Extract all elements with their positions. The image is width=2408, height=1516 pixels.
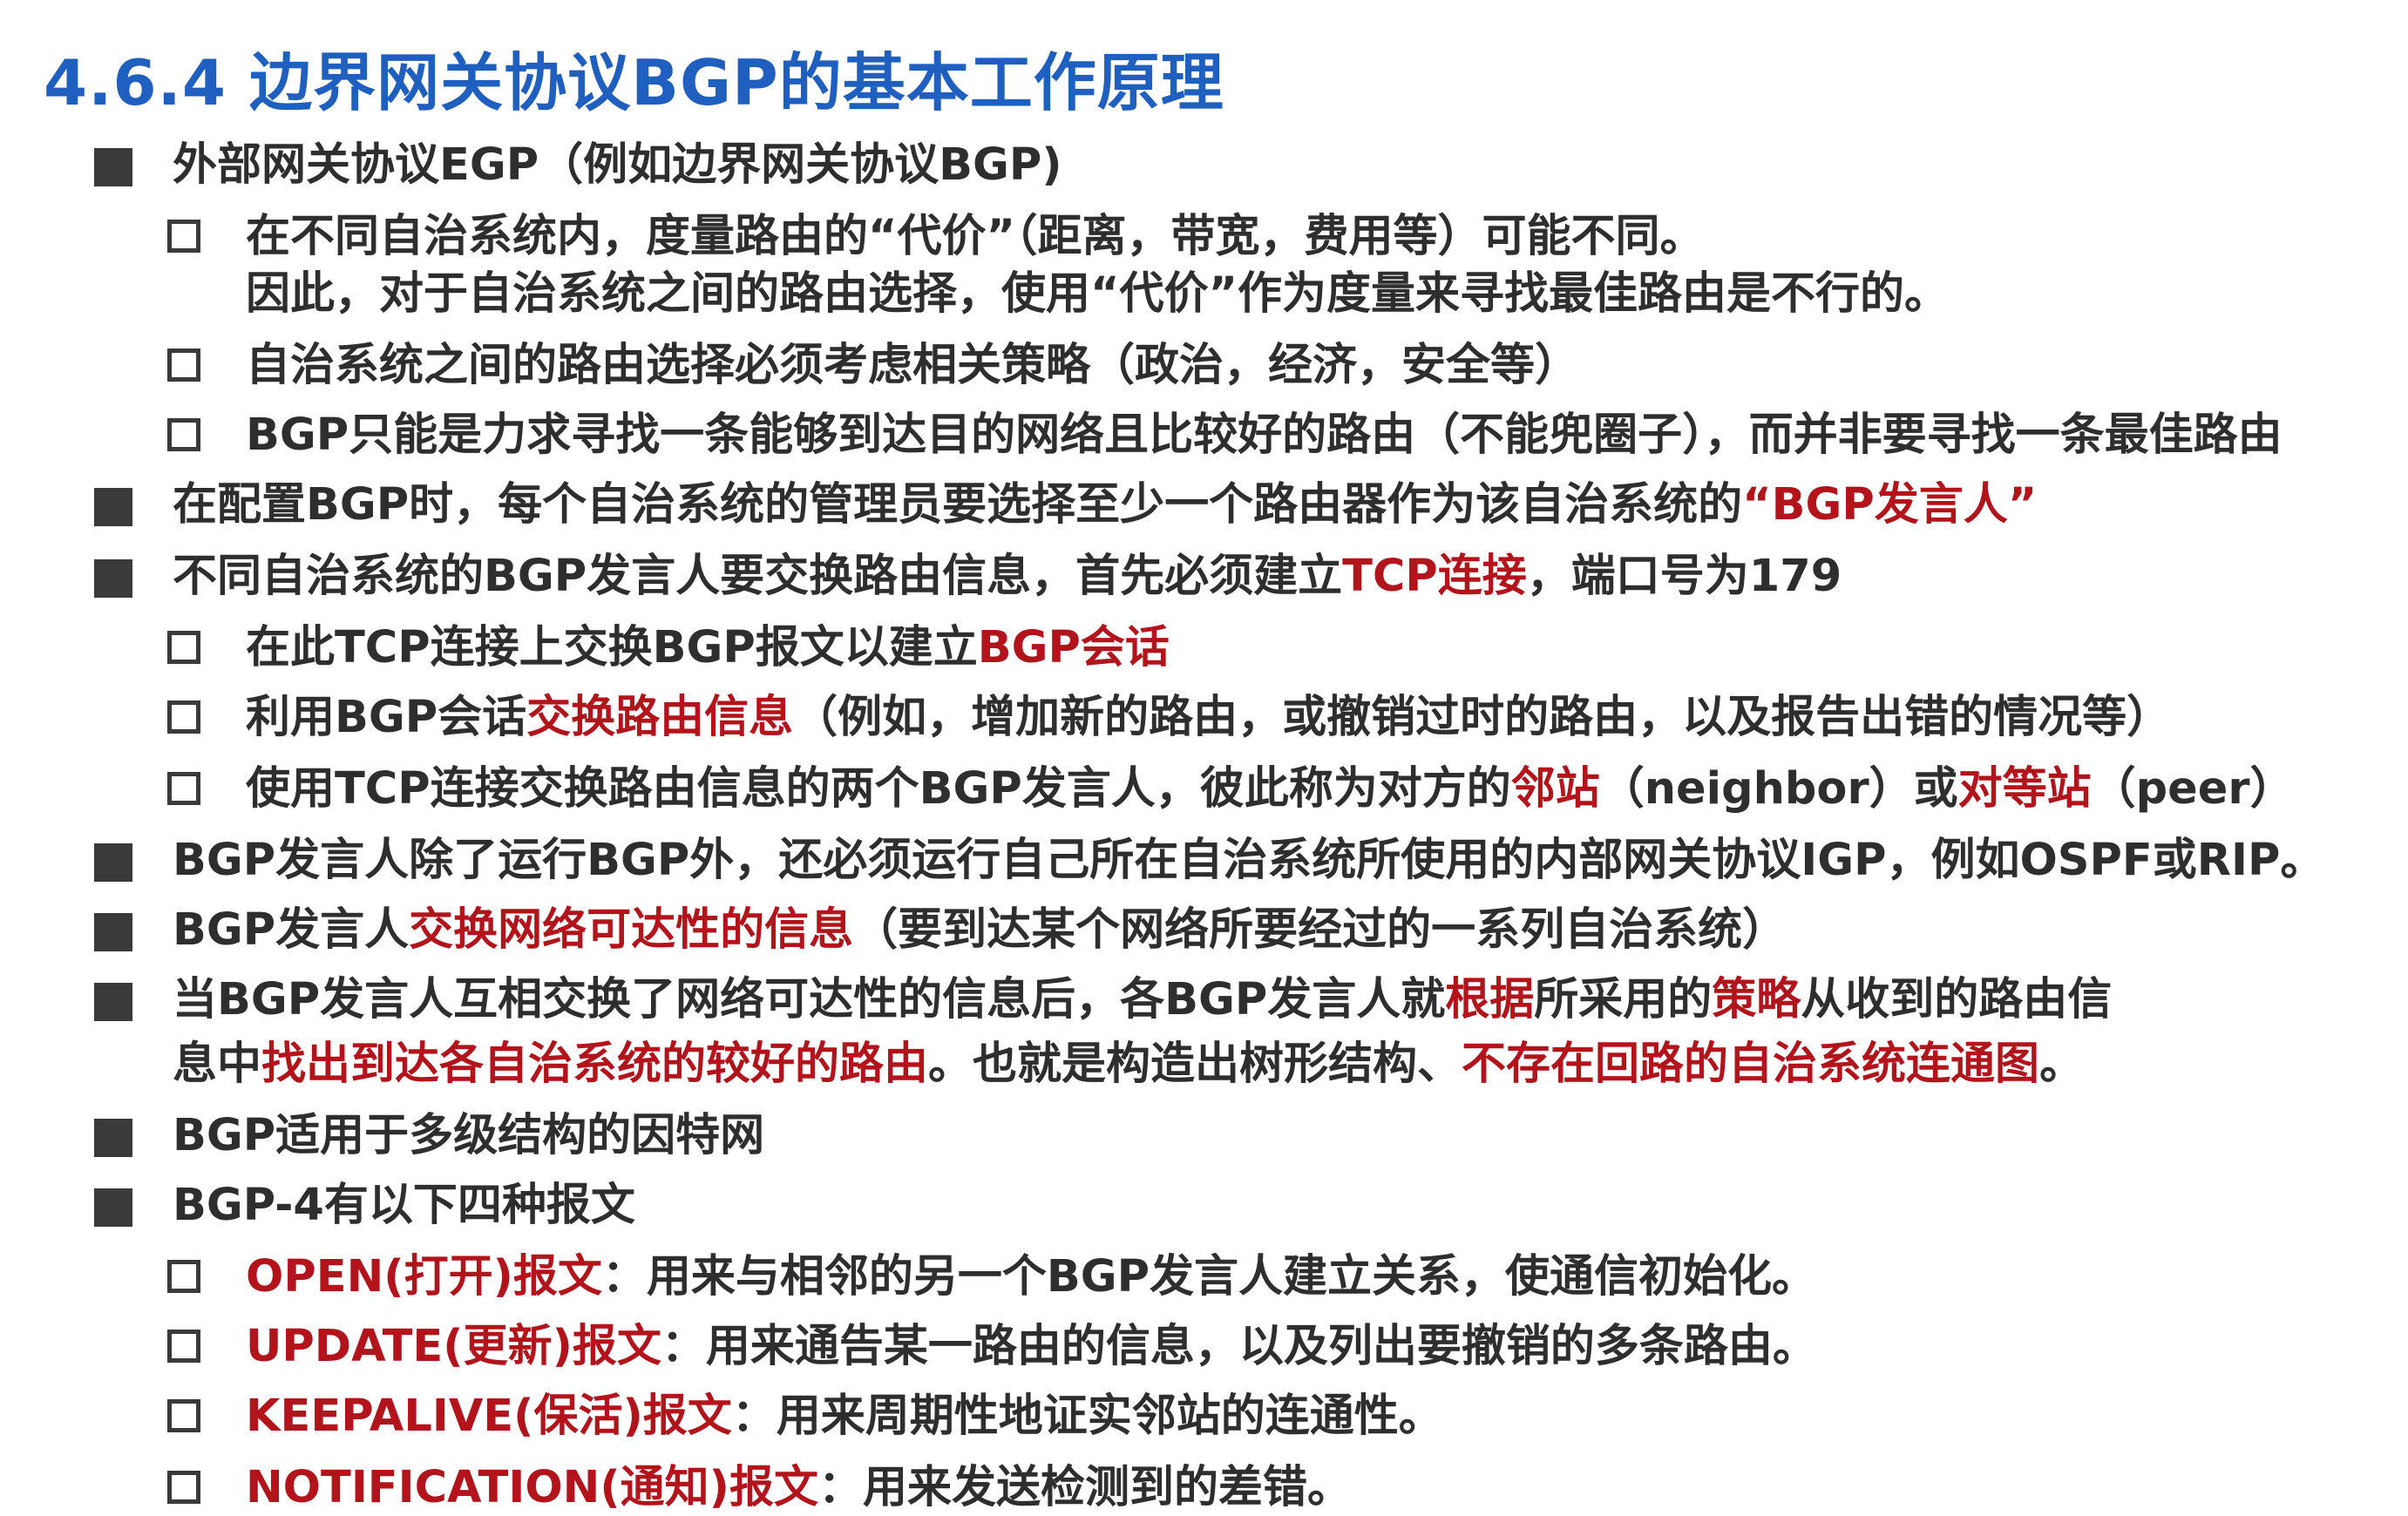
- text-segment: 在不同自治系统内，度量路由的“代价”（距离，带宽，费用等）可能不同。: [246, 211, 1705, 262]
- text-segment: 当BGP发言人互相交换了网络可达性的信息后，各BGP发言人就: [173, 974, 1446, 1025]
- text-segment: （peer）: [2091, 763, 2295, 815]
- list-item: BGP发言人除了运行BGP外，还必须运行自己所在自治系统所使用的内部网关协议IG…: [173, 833, 2324, 889]
- list-item: BGP-4有以下四种报文: [173, 1178, 635, 1234]
- text-segment: BGP发言人: [173, 904, 410, 956]
- text-segment: 不同自治系统的BGP发言人要交换路由信息，首先必须建立: [173, 551, 1343, 602]
- hollow-square-bullet-icon: [167, 1260, 200, 1293]
- list-item: 在配置BGP时，每个自治系统的管理员要选择至少一个路由器作为该自治系统的“BGP…: [173, 477, 2037, 533]
- list-item: 当BGP发言人互相交换了网络可达性的信息后，各BGP发言人就根据所采用的策略从收…: [173, 972, 2112, 1028]
- highlight-text: 找出到达各自治系统的较好的路由: [261, 1039, 929, 1090]
- square-bullet-icon: [94, 913, 132, 951]
- highlight-text: BGP会话: [977, 622, 1170, 673]
- text-segment: 自治系统之间的路由选择必须考虑相关策略（政治，经济，安全等）: [246, 340, 1580, 391]
- text-segment: （neighbor）或: [1599, 763, 1958, 815]
- highlight-text: 不存在回路的自治系统连通图: [1462, 1039, 2040, 1090]
- hollow-square-bullet-icon: [167, 220, 200, 253]
- highlight-text: 策略: [1712, 974, 1801, 1025]
- highlight-text: 交换路由信息: [526, 692, 794, 743]
- text-segment: ：用来发送检测到的差错。: [817, 1462, 1352, 1513]
- sub-list-item: 利用BGP会话交换路由信息（例如，增加新的路由，或撤销过时的路由，以及报告出错的…: [246, 690, 2171, 746]
- text-segment: ：用来与相邻的另一个BGP发言人建立关系，使通信初始化。: [601, 1251, 1816, 1303]
- hollow-square-bullet-icon: [167, 1471, 200, 1504]
- text-segment: 利用BGP会话: [246, 692, 527, 743]
- list-item: 外部网关协议EGP（例如边界网关协议BGP): [173, 138, 1062, 193]
- square-bullet-icon: [94, 843, 132, 882]
- bullet-list: 外部网关协议EGP（例如边界网关协议BGP) 在不同自治系统内，度量路由的“代价”…: [0, 0, 2408, 1513]
- text-segment: 。: [2039, 1039, 2085, 1090]
- text-segment: 。也就是构造出树形结构、: [928, 1039, 1462, 1090]
- text-segment: 因此，对于自治系统之间的路由选择，使用“代价”作为度量来寻找最佳路由是不行的。: [246, 268, 1950, 320]
- text-segment: 外部网关协议EGP（例如边界网关协议BGP): [173, 139, 1062, 191]
- highlight-text: UPDATE(更新)报文: [246, 1321, 661, 1372]
- sub-list-item: 在不同自治系统内，度量路由的“代价”（距离，带宽，费用等）可能不同。: [246, 209, 1705, 265]
- square-bullet-icon: [94, 983, 132, 1021]
- hollow-square-bullet-icon: [167, 1330, 200, 1363]
- text-segment: （要到达某个网络所要经过的一系列自治系统）: [853, 904, 1787, 956]
- highlight-text: TCP连接: [1342, 551, 1527, 602]
- list-item-continuation: 息中找出到达各自治系统的较好的路由。也就是构造出树形结构、不存在回路的自治系统连…: [173, 1037, 2084, 1093]
- text-segment: BGP-4有以下四种报文: [173, 1180, 635, 1231]
- sub-list-item: KEEPALIVE(保活)报文：用来周期性地证实邻站的连通性。: [246, 1389, 1443, 1445]
- highlight-text: KEEPALIVE(保活)报文: [246, 1391, 732, 1442]
- list-item: BGP发言人交换网络可达性的信息（要到达某个网络所要经过的一系列自治系统）: [173, 903, 1787, 958]
- list-item: BGP适用于多级结构的因特网: [173, 1108, 764, 1164]
- square-bullet-icon: [94, 559, 132, 598]
- hollow-square-bullet-icon: [167, 631, 200, 664]
- hollow-square-bullet-icon: [167, 700, 200, 734]
- highlight-text: OPEN(打开)报文: [246, 1251, 602, 1303]
- hollow-square-bullet-icon: [167, 418, 200, 451]
- highlight-text: “BGP发言人”: [1742, 479, 2038, 531]
- square-bullet-icon: [94, 148, 132, 186]
- text-segment: 从收到的路由信: [1801, 974, 2113, 1025]
- sub-list-item: 自治系统之间的路由选择必须考虑相关策略（政治，经济，安全等）: [246, 338, 1579, 394]
- text-segment: 在此TCP连接上交换BGP报文以建立: [246, 622, 978, 673]
- text-segment: BGP只能是力求寻找一条能够到达目的网络且比较好的路由（不能兜圈子），而并非要寻…: [246, 409, 2283, 461]
- text-segment: （例如，增加新的路由，或撤销过时的路由，以及报告出错的情况等）: [793, 692, 2172, 743]
- text-segment: BGP发言人除了运行BGP外，还必须运行自己所在自治系统所使用的内部网关协议IG…: [173, 835, 2325, 886]
- text-segment: 息中: [173, 1039, 262, 1090]
- hollow-square-bullet-icon: [167, 772, 200, 805]
- square-bullet-icon: [94, 488, 132, 526]
- text-segment: ：用来通告某一路由的信息，以及列出要撤销的多条路由。: [661, 1321, 1817, 1372]
- text-segment: BGP适用于多级结构的因特网: [173, 1110, 765, 1161]
- highlight-text: 邻站: [1510, 763, 1600, 815]
- text-segment: 使用TCP连接交换路由信息的两个BGP发言人，彼此称为对方的: [246, 763, 1511, 815]
- sub-list-item: 使用TCP连接交换路由信息的两个BGP发言人，彼此称为对方的邻站（neighbo…: [246, 761, 2294, 817]
- hollow-square-bullet-icon: [167, 349, 200, 382]
- hollow-square-bullet-icon: [167, 1399, 200, 1432]
- list-item-continuation: 因此，对于自治系统之间的路由选择，使用“代价”作为度量来寻找最佳路由是不行的。: [246, 267, 1949, 322]
- sub-list-item: 在此TCP连接上交换BGP报文以建立BGP会话: [246, 620, 1170, 676]
- list-item: 不同自治系统的BGP发言人要交换路由信息，首先必须建立TCP连接，端口号为179: [173, 549, 1842, 605]
- square-bullet-icon: [94, 1188, 132, 1227]
- text-segment: 所采用的: [1534, 974, 1713, 1025]
- sub-list-item: UPDATE(更新)报文：用来通告某一路由的信息，以及列出要撤销的多条路由。: [246, 1319, 1817, 1375]
- sub-list-item: BGP只能是力求寻找一条能够到达目的网络且比较好的路由（不能兜圈子），而并非要寻…: [246, 408, 2283, 464]
- highlight-text: 交换网络可达性的信息: [409, 904, 854, 956]
- square-bullet-icon: [94, 1119, 132, 1157]
- highlight-text: NOTIFICATION(通知)报文: [246, 1462, 818, 1513]
- sub-list-item: NOTIFICATION(通知)报文：用来发送检测到的差错。: [246, 1460, 1352, 1516]
- highlight-text: 根据: [1445, 974, 1535, 1025]
- sub-list-item: OPEN(打开)报文：用来与相邻的另一个BGP发言人建立关系，使通信初始化。: [246, 1249, 1816, 1305]
- highlight-text: 对等站: [1957, 763, 2092, 815]
- text-segment: ：用来周期性地证实邻站的连通性。: [731, 1391, 1443, 1442]
- text-segment: 在配置BGP时，每个自治系统的管理员要选择至少一个路由器作为该自治系统的: [173, 479, 1743, 531]
- text-segment: ，端口号为179: [1526, 551, 1842, 602]
